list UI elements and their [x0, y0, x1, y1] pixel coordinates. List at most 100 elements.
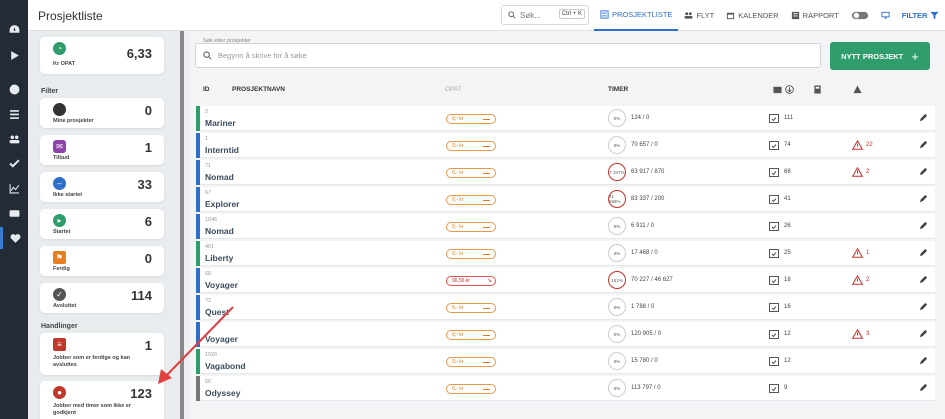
table-row[interactable]: 67 Explorer 0,- kr 41 668% 83 337 / 200 41: [196, 187, 935, 212]
table-row[interactable]: 1 Interntid 0,- kr 0% 70 657 / 0 74 22: [196, 133, 935, 158]
project-name[interactable]: Explorer: [205, 199, 240, 209]
tab-rapport[interactable]: RAPPORT: [785, 0, 845, 31]
sidebar-scrollbar[interactable]: [180, 31, 184, 419]
edit-icon[interactable]: [919, 302, 928, 311]
project-id: 67: [205, 190, 212, 196]
project-name[interactable]: Voyager: [205, 334, 238, 344]
opat-badge: 0,- kr: [446, 141, 496, 151]
dashboard-icon[interactable]: [0, 18, 28, 40]
id-card-icon[interactable]: [0, 202, 28, 224]
help-icon[interactable]: [0, 78, 28, 100]
table-row[interactable]: 68 Voyager 96,56 kr ↘ 151% 70 227 / 46 627 18 2: [196, 268, 935, 293]
heart-icon[interactable]: [0, 227, 28, 249]
filter-ferdig[interactable]: ⚑ Ferdig 0: [40, 246, 164, 276]
opat-badge: 0,- kr: [446, 195, 496, 205]
check-icon[interactable]: [0, 152, 28, 174]
project-id: 71: [205, 163, 212, 169]
filter-tilbud[interactable]: ✉ Tilbud 1: [40, 135, 164, 165]
status-bar: [196, 106, 200, 131]
users-icon[interactable]: [0, 128, 28, 150]
edit-icon[interactable]: [919, 194, 928, 203]
tab-flyt[interactable]: FLYT: [678, 0, 720, 31]
table-row[interactable]: 71 Nomad 0,- kr 7 347% 63 917 / 870 68 2: [196, 160, 935, 185]
column-hours[interactable]: TIMER: [608, 86, 628, 93]
monitor-button[interactable]: [875, 0, 896, 31]
filter-count: 114: [131, 288, 152, 303]
column-opat[interactable]: OPAT: [445, 86, 462, 93]
table-row[interactable]: 72 Quest 0,- kr 0% 1 788 / 0 16: [196, 295, 935, 320]
tab-prosjektliste[interactable]: PROSJEKTLISTE: [594, 0, 679, 31]
status-bar: [196, 268, 200, 293]
action-timer-ikke-godkjent[interactable]: ● Jobber med timer som ikke er godkjent …: [40, 381, 164, 419]
table-row[interactable]: 2 Mariner 0,- kr 0% 124 / 0 111: [196, 106, 935, 131]
edit-icon[interactable]: [919, 113, 928, 122]
table-row[interactable]: Voyager 0,- kr 0% 120 905 / 0 12 3: [196, 322, 935, 347]
filter-startet[interactable]: ▸ Startet 6: [40, 209, 164, 239]
filter-section-title: Filter: [41, 88, 59, 95]
table-row[interactable]: 1026 Vagabond 0,- kr 0% 15 780 / 0 12: [196, 349, 935, 374]
project-name[interactable]: Odyssey: [205, 388, 240, 398]
project-id: 72: [205, 298, 212, 304]
chart-icon[interactable]: [0, 177, 28, 199]
event-count: 111: [784, 115, 794, 121]
action-ferdige-jobber[interactable]: ≡ Jobber som er ferdige og kan avsluttes…: [40, 333, 164, 375]
project-search-input[interactable]: Begynn å skrive for å søke: [195, 43, 821, 68]
filter-button[interactable]: FILTER: [896, 0, 945, 31]
edit-icon[interactable]: [919, 356, 928, 365]
new-project-button[interactable]: NYTT PROSJEKT +: [830, 42, 930, 70]
project-name[interactable]: Nomad: [205, 172, 234, 182]
table-header: ID PROSJEKTNAVN OPAT TIMER: [195, 80, 935, 100]
play-circle-icon: ▸: [53, 214, 66, 227]
project-name[interactable]: Mariner: [205, 118, 236, 128]
sort-down-icon[interactable]: [785, 85, 794, 94]
edit-icon[interactable]: [919, 221, 928, 230]
project-name[interactable]: Nomad: [205, 226, 234, 236]
kpi-card-opat[interactable]: ◔ Kr OPAT 6,33: [40, 37, 164, 74]
list-icon[interactable]: [0, 103, 28, 125]
hours-value: 17 468 / 0: [631, 250, 658, 256]
view-toggle[interactable]: [845, 0, 875, 31]
edit-icon[interactable]: [919, 383, 928, 392]
filter-icon: [930, 11, 940, 20]
event-count: 9: [784, 385, 788, 391]
edit-icon[interactable]: [919, 248, 928, 257]
filter-mine-prosjekter[interactable]: Mine prosjekter 0: [40, 98, 164, 128]
project-name[interactable]: Interntid: [205, 145, 239, 155]
column-id[interactable]: ID: [203, 86, 210, 93]
tab-label: KALENDER: [738, 11, 779, 20]
opat-value: 0,- kr: [452, 116, 464, 122]
filter-avsluttet[interactable]: ✓ Avsluttet 114: [40, 283, 164, 313]
opat-badge: 0,- kr: [446, 330, 496, 340]
status-bar: [196, 133, 200, 158]
global-search-input[interactable]: Søk... Ctrl + K: [501, 5, 589, 25]
edit-icon[interactable]: [919, 167, 928, 176]
project-name[interactable]: Voyager: [205, 280, 238, 290]
project-name[interactable]: Vagabond: [205, 361, 246, 371]
check-circle-icon: ✓: [53, 288, 66, 301]
edit-icon[interactable]: [919, 275, 928, 284]
event-count: 12: [784, 331, 791, 337]
column-name[interactable]: PROSJEKTNAVN: [232, 86, 285, 93]
play-icon[interactable]: [0, 44, 28, 66]
project-name[interactable]: Quest: [205, 307, 229, 317]
table-row[interactable]: 401 Liberty 0,- kr 0% 17 468 / 0 25 1: [196, 241, 935, 266]
top-navigation: PROSJEKTLISTE FLYT KALENDER RAPPORT FILT…: [594, 0, 945, 31]
tab-kalender[interactable]: KALENDER: [720, 0, 784, 31]
table-row[interactable]: 1046 Nomad 0,- kr 0% 6 911 / 0 26: [196, 214, 935, 239]
event-count: 16: [784, 304, 791, 310]
warning-icon: [853, 85, 862, 94]
kpi-label: Kr OPAT: [53, 61, 76, 67]
event-count: 74: [784, 142, 791, 148]
project-name[interactable]: Liberty: [205, 253, 233, 263]
search-icon: [203, 51, 212, 60]
hours-value: 15 780 / 0: [631, 358, 658, 364]
calendar-icon: [727, 12, 735, 20]
edit-icon[interactable]: [919, 329, 928, 338]
edit-icon[interactable]: [919, 140, 928, 149]
table-row[interactable]: 66 Odyssey 0,- kr 0% 113 797 / 0 9: [196, 376, 935, 401]
progress-circle: 41 668%: [608, 190, 626, 208]
project-id: 1046: [205, 217, 218, 223]
opat-badge: 0,- kr: [446, 249, 496, 259]
filter-ikke-startet[interactable]: – Ikke startet 33: [40, 172, 164, 202]
calendar-check-icon: [769, 357, 779, 366]
